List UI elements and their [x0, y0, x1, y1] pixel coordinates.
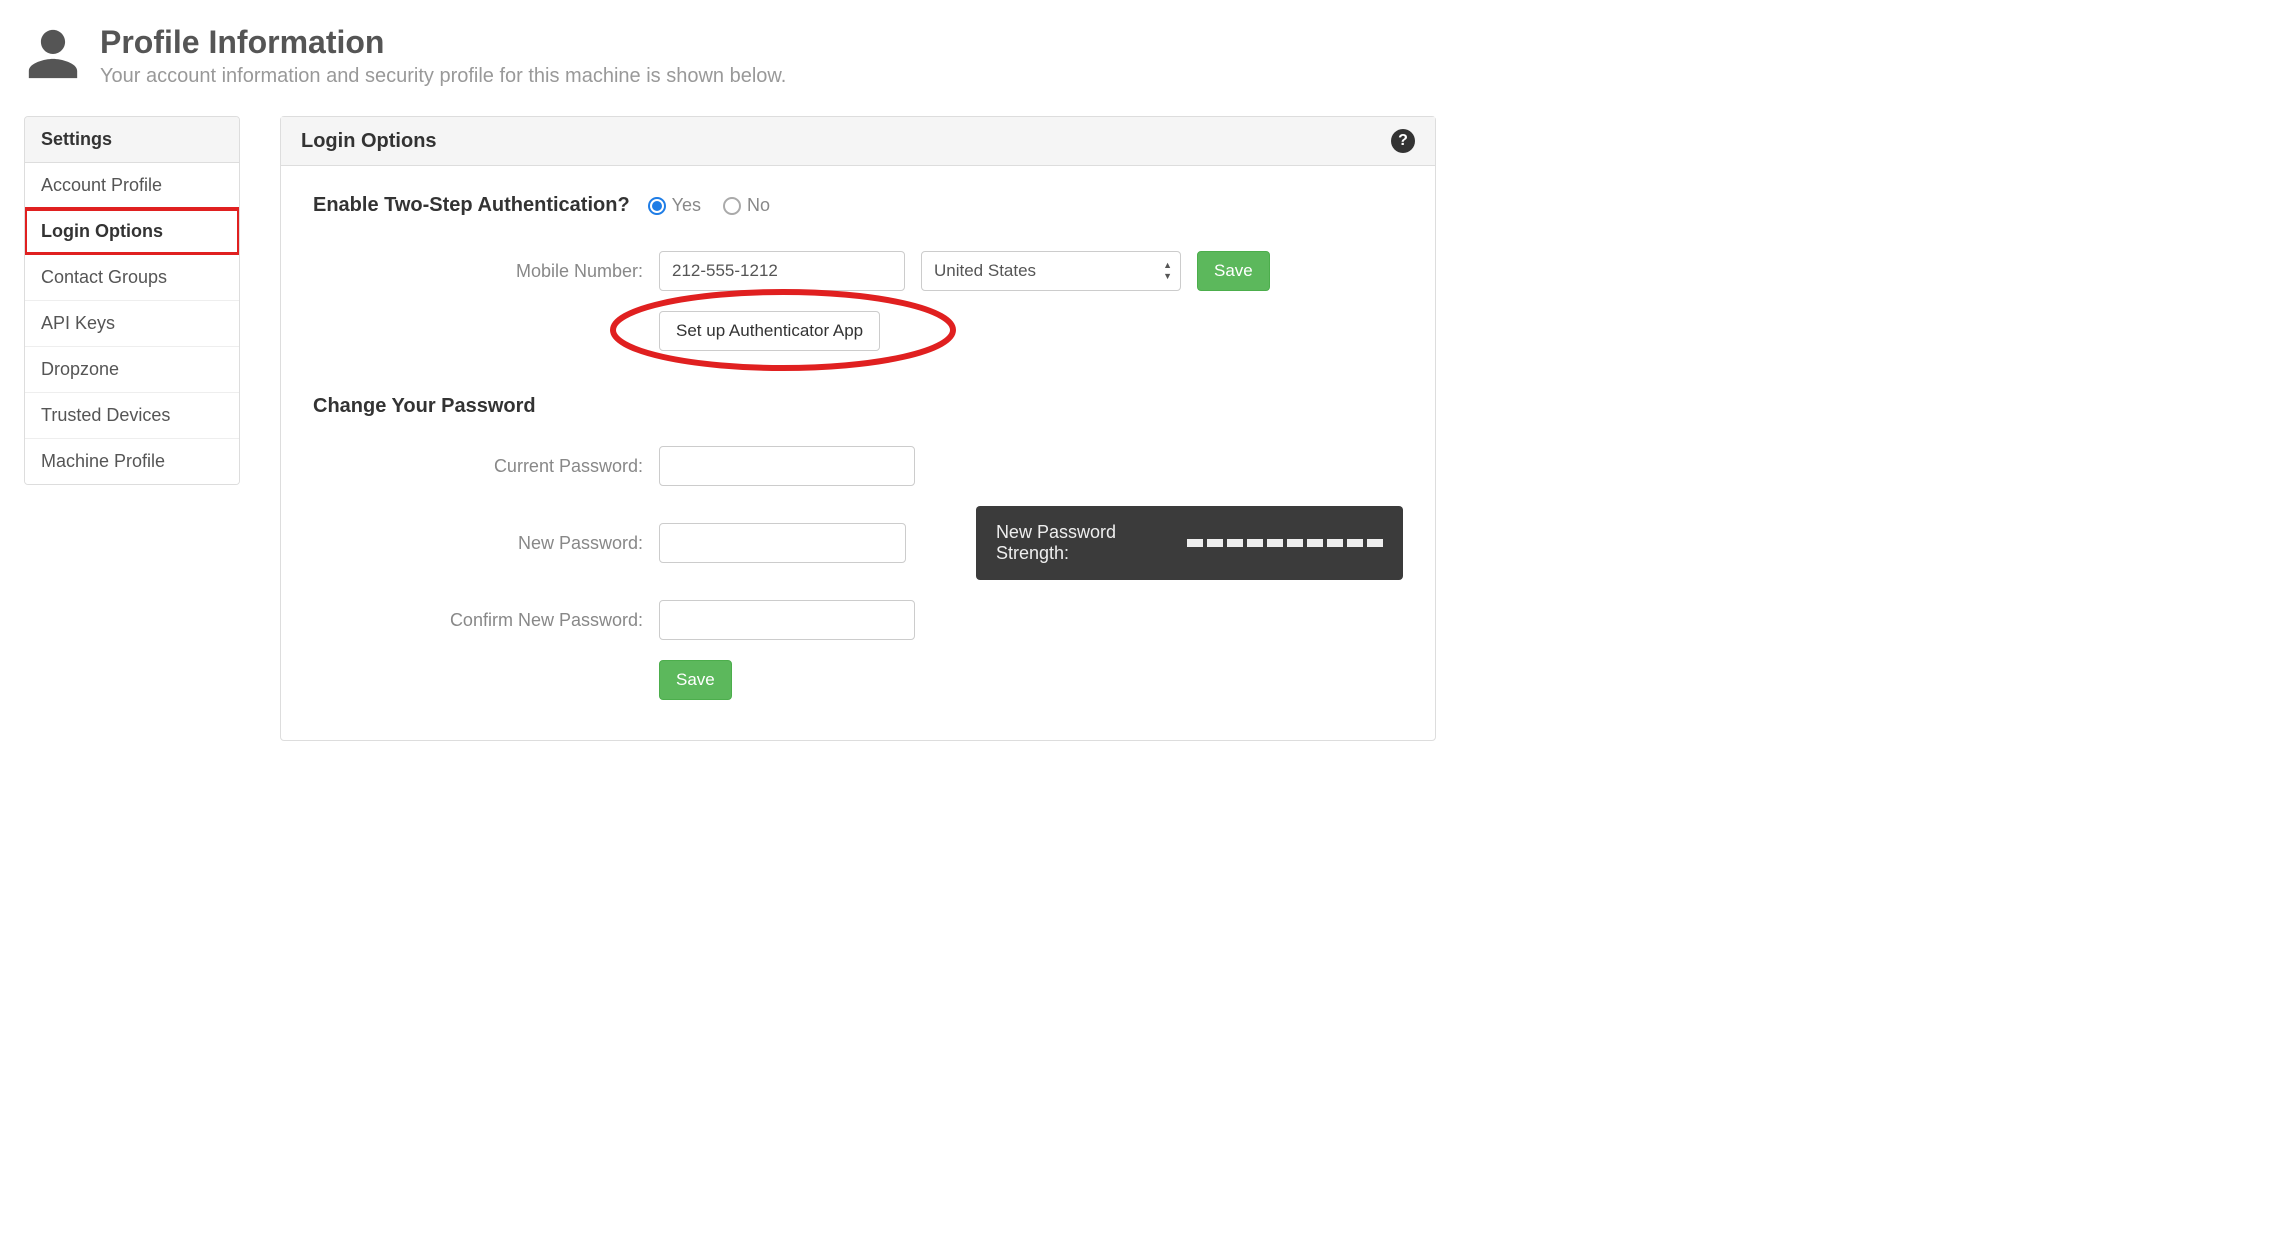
user-icon: [24, 25, 82, 88]
sidebar-item-login-options[interactable]: Login Options: [25, 209, 239, 255]
page-header: Profile Information Your account informa…: [24, 24, 1436, 88]
twofa-radio-no[interactable]: No: [723, 195, 770, 216]
strength-label: New Password Strength:: [996, 522, 1173, 564]
current-password-label: Current Password:: [313, 456, 643, 477]
panel-title: Login Options: [301, 130, 437, 153]
confirm-password-input[interactable]: [659, 600, 915, 640]
sidebar-item-account-profile[interactable]: Account Profile: [25, 163, 239, 209]
new-password-input[interactable]: [659, 523, 906, 563]
main-panel: Login Options ? Enable Two-Step Authenti…: [280, 116, 1436, 741]
sidebar-item-label: API Keys: [41, 313, 115, 333]
radio-icon: [648, 197, 666, 215]
radio-label: Yes: [672, 195, 701, 216]
sidebar-item-contact-groups[interactable]: Contact Groups: [25, 255, 239, 301]
password-strength-indicator: New Password Strength:: [976, 506, 1403, 580]
mobile-number-input[interactable]: [659, 251, 905, 291]
sidebar-item-label: Account Profile: [41, 175, 162, 195]
save-mobile-button[interactable]: Save: [1197, 251, 1270, 291]
country-select[interactable]: United States ▲▼: [921, 251, 1181, 291]
sidebar-item-machine-profile[interactable]: Machine Profile: [25, 439, 239, 484]
strength-segments: [1187, 539, 1383, 547]
sidebar-item-label: Login Options: [41, 221, 163, 241]
current-password-input[interactable]: [659, 446, 915, 486]
sidebar-title: Settings: [25, 117, 239, 163]
setup-authenticator-button[interactable]: Set up Authenticator App: [659, 311, 880, 351]
sidebar-item-dropzone[interactable]: Dropzone: [25, 347, 239, 393]
page-title: Profile Information: [100, 24, 786, 61]
button-label: Set up Authenticator App: [676, 321, 863, 341]
new-password-label: New Password:: [313, 533, 643, 554]
settings-sidebar: Settings Account Profile Login Options C…: [24, 116, 240, 485]
sidebar-item-trusted-devices[interactable]: Trusted Devices: [25, 393, 239, 439]
country-selected-value: United States: [934, 261, 1036, 281]
change-password-title: Change Your Password: [313, 395, 1403, 418]
page-subtitle: Your account information and security pr…: [100, 65, 786, 88]
button-label: Save: [676, 670, 715, 690]
twofa-label: Enable Two-Step Authentication?: [313, 194, 630, 217]
save-password-button[interactable]: Save: [659, 660, 732, 700]
sidebar-item-label: Dropzone: [41, 359, 119, 379]
radio-icon: [723, 197, 741, 215]
chevron-updown-icon: ▲▼: [1163, 261, 1172, 281]
sidebar-item-label: Machine Profile: [41, 451, 165, 471]
help-icon[interactable]: ?: [1391, 129, 1415, 153]
button-label: Save: [1214, 261, 1253, 281]
radio-label: No: [747, 195, 770, 216]
sidebar-item-label: Contact Groups: [41, 267, 167, 287]
sidebar-item-label: Trusted Devices: [41, 405, 170, 425]
confirm-password-label: Confirm New Password:: [313, 610, 643, 631]
mobile-number-label: Mobile Number:: [313, 261, 643, 282]
sidebar-item-api-keys[interactable]: API Keys: [25, 301, 239, 347]
twofa-radio-yes[interactable]: Yes: [648, 195, 701, 216]
